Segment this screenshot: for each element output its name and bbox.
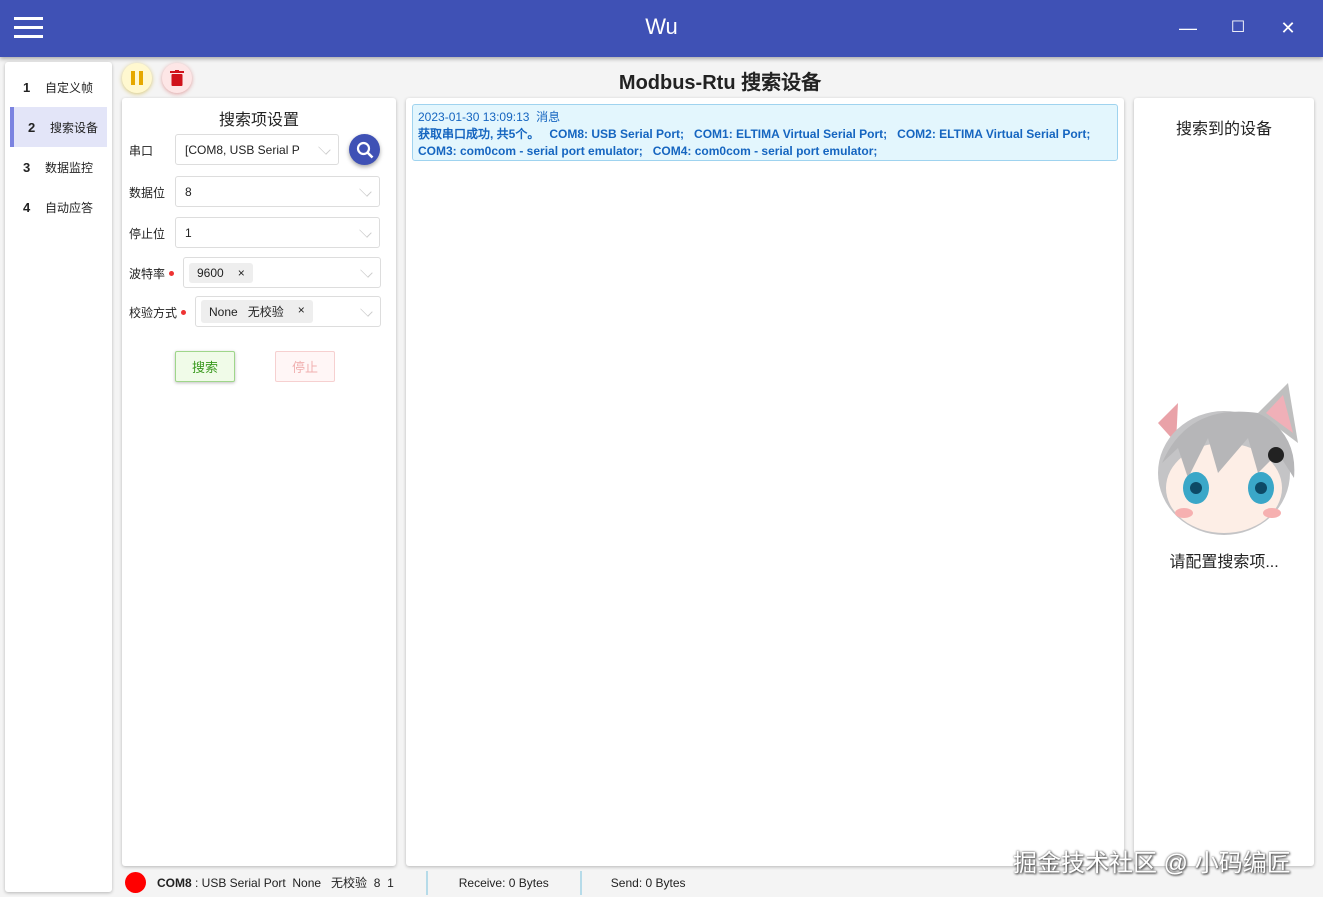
log-message: 2023-01-30 13:09:13 消息 获取串口成功, 共5个。 COM8… xyxy=(412,104,1118,161)
baud-value: 9600 xyxy=(197,265,224,280)
stop-button[interactable]: 停止 xyxy=(275,351,335,382)
watermark: 掘金技术社区 @ 小码编匠 xyxy=(1013,850,1291,877)
sidebar-item-auto-reply[interactable]: 4 自动应答 xyxy=(5,187,112,227)
log-text: 获取串口成功, 共5个。 COM8: USB Serial Port; COM1… xyxy=(418,127,1101,158)
connection-indicator xyxy=(125,872,146,893)
delete-button[interactable] xyxy=(162,63,192,93)
refresh-ports-button[interactable] xyxy=(349,134,380,165)
nav-num: 1 xyxy=(23,79,31,95)
required-dot xyxy=(181,310,187,315)
trash-icon xyxy=(170,70,184,86)
found-devices-panel: 搜索到的设备 请配置搜索项... xyxy=(1134,98,1314,866)
chevron-down-icon xyxy=(318,142,331,155)
sidebar: 1 自定义帧 2 搜索设备 3 数据监控 4 自动应答 xyxy=(5,62,112,892)
chevron-down-icon xyxy=(360,304,373,317)
port-select[interactable]: [COM8, USB Serial P xyxy=(175,134,339,165)
search-icon xyxy=(356,141,373,158)
found-hint: 请配置搜索项... xyxy=(1169,554,1279,571)
port-value: [COM8, USB Serial P xyxy=(185,142,300,157)
page-title: Modbus-Rtu 搜索设备 xyxy=(618,72,822,94)
status-bar: COM8 : USB Serial Port None 无校验 8 1 Rece… xyxy=(125,868,686,897)
required-dot xyxy=(169,271,175,276)
search-button[interactable]: 搜索 xyxy=(175,351,235,382)
databits-select[interactable]: 8 xyxy=(175,176,380,207)
sidebar-item-search-device[interactable]: 2 搜索设备 xyxy=(10,107,107,147)
divider xyxy=(579,870,582,895)
log-time: 2023-01-30 13:09:13 xyxy=(418,110,530,124)
nav-label: 自动应答 xyxy=(45,200,94,215)
anime-cat-girl-image xyxy=(1158,383,1298,535)
maximize-button[interactable]: ☐ xyxy=(1226,16,1250,40)
baud-select[interactable]: 9600 × xyxy=(183,257,381,288)
chevron-down-icon xyxy=(359,184,372,197)
title-bar: Wu — ☐ ✕ xyxy=(0,0,1323,57)
parity-label: 校验方式 xyxy=(129,306,178,320)
databits-value: 8 xyxy=(185,184,192,199)
stopbits-value: 1 xyxy=(185,225,192,240)
nav-num: 2 xyxy=(28,119,36,135)
log-kind: 消息 xyxy=(536,110,561,124)
log-panel: 2023-01-30 13:09:13 消息 获取串口成功, 共5个。 COM8… xyxy=(406,98,1124,866)
sidebar-item-custom-frame[interactable]: 1 自定义帧 xyxy=(5,67,112,107)
status-receive: Receive: 0 Bytes xyxy=(458,875,549,890)
remove-tag-icon[interactable]: × xyxy=(298,303,305,320)
stopbits-label: 停止位 xyxy=(129,227,166,241)
window-title: Wu xyxy=(645,14,678,39)
close-button[interactable]: ✕ xyxy=(1276,16,1300,40)
minimize-button[interactable]: — xyxy=(1176,16,1200,40)
nav-label: 自定义帧 xyxy=(45,80,94,95)
status-port-desc: : USB Serial Port None 无校验 8 1 xyxy=(191,876,394,890)
remove-tag-icon[interactable]: × xyxy=(238,266,245,280)
nav-num: 4 xyxy=(23,199,31,215)
nav-label: 搜索设备 xyxy=(50,120,99,135)
pause-button[interactable] xyxy=(122,63,152,93)
stopbits-select[interactable]: 1 xyxy=(175,217,380,248)
parity-tag: None 无校验 × xyxy=(201,300,313,323)
divider xyxy=(425,870,428,895)
parity-value: None 无校验 xyxy=(209,305,284,319)
chevron-down-icon xyxy=(359,225,372,238)
settings-title: 搜索项设置 xyxy=(218,112,299,129)
pause-icon xyxy=(131,71,143,85)
chevron-down-icon xyxy=(360,265,373,278)
baud-tag: 9600 × xyxy=(189,262,253,283)
parity-select[interactable]: None 无校验 × xyxy=(195,296,381,327)
sidebar-item-data-monitor[interactable]: 3 数据监控 xyxy=(5,147,112,187)
baud-label: 波特率 xyxy=(129,267,166,281)
port-label: 串口 xyxy=(129,144,154,158)
search-settings-panel: 搜索项设置 串口 [COM8, USB Serial P 数据位 8 停止位 1… xyxy=(122,98,396,866)
databits-label: 数据位 xyxy=(129,186,166,200)
status-send: Send: 0 Bytes xyxy=(610,875,686,890)
nav-label: 数据监控 xyxy=(45,160,94,175)
status-port: COM8 xyxy=(157,875,192,890)
nav-num: 3 xyxy=(23,159,31,175)
found-title: 搜索到的设备 xyxy=(1175,121,1272,138)
